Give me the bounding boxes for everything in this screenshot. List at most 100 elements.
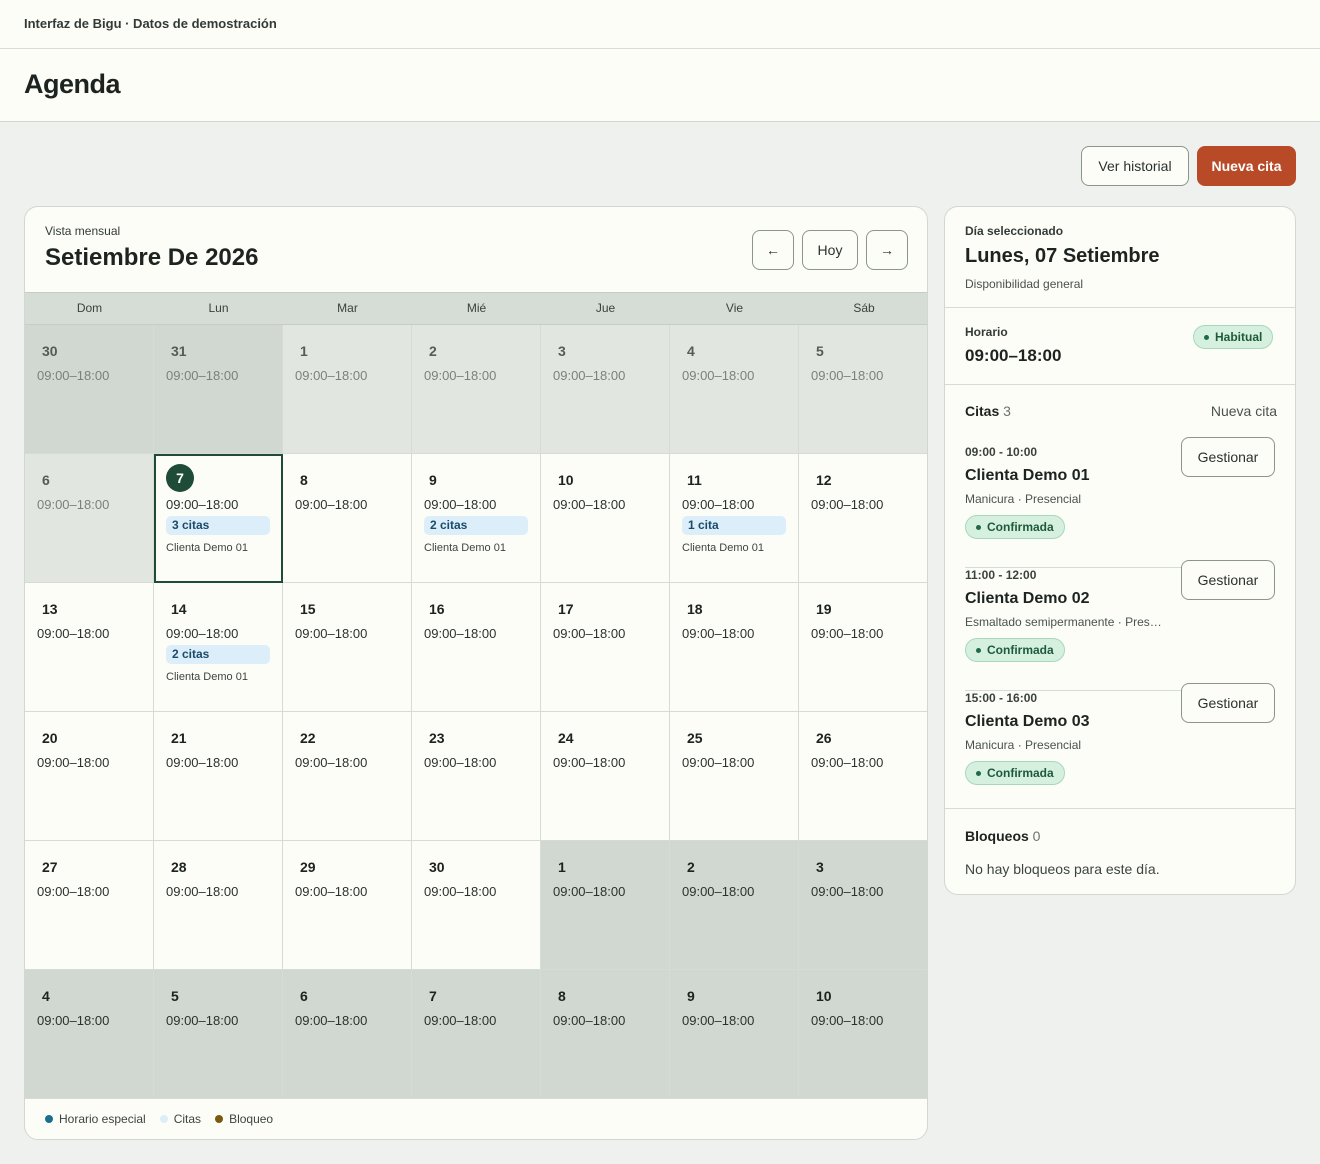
calendar-day-cell[interactable]: 7 09:00–18:00 3 citas Clienta Demo 01 [154, 454, 283, 583]
calendar-day-cell[interactable]: 26 09:00–18:00 [799, 712, 927, 841]
calendar-day-cell[interactable]: 30 09:00–18:00 [412, 841, 541, 970]
calendar-day-cell[interactable]: 25 09:00–18:00 [670, 712, 799, 841]
weekday: Dom [76, 301, 103, 315]
calendar-day-cell[interactable]: 22 09:00–18:00 [283, 712, 412, 841]
calendar-day-cell[interactable]: 9 09:00–18:00 2 citas Clienta Demo 01 [412, 454, 541, 583]
calendar-day-cell[interactable]: 17 09:00–18:00 [541, 583, 670, 712]
day-hours: 09:00–18:00 [37, 368, 110, 383]
legend-dot-icon [159, 1115, 168, 1123]
calendar-day-cell[interactable]: 24 09:00–18:00 [541, 712, 670, 841]
calendar-day-cell[interactable]: 6 09:00–18:00 [25, 454, 154, 583]
calendar-day-cell[interactable]: 12 09:00–18:00 [799, 454, 927, 583]
status-dot-icon [976, 647, 981, 653]
day-hours: 09:00–18:00 [424, 755, 497, 770]
calendar-day-cell[interactable]: 11 09:00–18:00 1 cita Clienta Demo 01 [670, 454, 799, 583]
calendar-day-cell[interactable]: 16 09:00–18:00 [412, 583, 541, 712]
side-new-appointment-link[interactable]: Nueva cita [1211, 403, 1277, 419]
calendar-day-cell[interactable]: 7 09:00–18:00 [412, 970, 541, 1099]
calendar-day-cell[interactable]: 5 09:00–18:00 [154, 970, 283, 1099]
selected-day-label: Día seleccionado [965, 224, 1064, 238]
weekday: Mié [466, 301, 487, 315]
appointments-count: 3 [1003, 403, 1011, 419]
calendar-day-cell[interactable]: 2 09:00–18:00 [670, 841, 799, 970]
day-hours: 09:00–18:00 [811, 1013, 884, 1028]
calendar-day-cell[interactable]: 19 09:00–18:00 [799, 583, 927, 712]
appointments-label: Citas [965, 403, 1000, 419]
calendar-day-cell[interactable]: 20 09:00–18:00 [25, 712, 154, 841]
calendar-day-cell[interactable]: 23 09:00–18:00 [412, 712, 541, 841]
appointments-section: Citas 3 Nueva cita 09:00 - 10:00 Clienta … [945, 385, 1295, 809]
day-number: 3 [816, 859, 824, 875]
manage-appointment-button[interactable]: Gestionar [1181, 437, 1275, 477]
calendar-day-cell[interactable]: 6 09:00–18:00 [283, 970, 412, 1099]
day-hours: 09:00–18:00 [682, 755, 755, 770]
calendar-day-cell[interactable]: 1 09:00–18:00 [541, 841, 670, 970]
day-hours: 09:00–18:00 [166, 1013, 239, 1028]
calendar-day-cell[interactable]: 28 09:00–18:00 [154, 841, 283, 970]
day-number: 17 [558, 601, 574, 617]
calendar-day-cell[interactable]: 8 09:00–18:00 [283, 454, 412, 583]
calendar-day-cell[interactable]: 10 09:00–18:00 [799, 970, 927, 1099]
today-button[interactable]: Hoy [802, 230, 858, 270]
day-number: 16 [429, 601, 445, 617]
calendar-day-cell[interactable]: 4 09:00–18:00 [25, 970, 154, 1099]
calendar-day-cell[interactable]: 1 09:00–18:00 [283, 325, 412, 454]
manage-appointment-button[interactable]: Gestionar [1181, 683, 1275, 723]
calendar-day-cell[interactable]: 2 09:00–18:00 [412, 325, 541, 454]
day-number: 31 [171, 343, 187, 359]
day-hours: 09:00–18:00 [166, 626, 239, 641]
blocks-heading: Bloqueos 0 [965, 828, 1040, 844]
history-button[interactable]: Ver historial [1081, 146, 1189, 186]
calendar-day-cell[interactable]: 21 09:00–18:00 [154, 712, 283, 841]
calendar-day-cell[interactable]: 3 09:00–18:00 [541, 325, 670, 454]
day-hours: 09:00–18:00 [553, 368, 626, 383]
calendar-day-cell[interactable]: 31 09:00–18:00 [154, 325, 283, 454]
calendar-day-cell[interactable]: 30 09:00–18:00 [25, 325, 154, 454]
appointment-time: 11:00 - 12:00 [965, 568, 1037, 582]
day-client-name: Clienta Demo 01 [166, 671, 248, 683]
calendar-day-cell[interactable]: 15 09:00–18:00 [283, 583, 412, 712]
day-hours: 09:00–18:00 [811, 368, 884, 383]
appointment-status-text: Confirmada [987, 520, 1054, 534]
new-appointment-button[interactable]: Nueva cita [1197, 146, 1296, 186]
legend-label: Bloqueo [229, 1112, 274, 1126]
schedule-hours: 09:00–18:00 [965, 346, 1062, 365]
next-month-button[interactable]: → [866, 230, 908, 270]
day-number: 21 [171, 730, 187, 746]
manage-appointment-button[interactable]: Gestionar [1181, 560, 1275, 600]
day-number: 5 [171, 988, 179, 1004]
appointment-client: Clienta Demo 02 [965, 590, 1090, 607]
calendar-day-cell[interactable]: 4 09:00–18:00 [670, 325, 799, 454]
legend-dot-icon [215, 1115, 224, 1123]
calendar-day-cell[interactable]: 10 09:00–18:00 [541, 454, 670, 583]
day-hours: 09:00–18:00 [295, 755, 368, 770]
prev-month-button[interactable]: ← [752, 230, 794, 270]
calendar-day-cell[interactable]: 5 09:00–18:00 [799, 325, 927, 454]
appointment-time: 09:00 - 10:00 [965, 445, 1038, 459]
day-hours: 09:00–18:00 [166, 368, 239, 383]
appointments-heading: Citas 3 [965, 403, 1011, 419]
day-number: 27 [42, 859, 58, 875]
day-hours: 09:00–18:00 [424, 497, 497, 512]
calendar-day-cell[interactable]: 13 09:00–18:00 [25, 583, 154, 712]
calendar-day-cell[interactable]: 3 09:00–18:00 [799, 841, 927, 970]
day-number: 29 [300, 859, 316, 875]
calendar-day-cell[interactable]: 9 09:00–18:00 [670, 970, 799, 1099]
day-detail-panel: Día seleccionado Lunes, 07 Setiembre Dis… [944, 206, 1296, 895]
day-hours: 09:00–18:00 [553, 884, 626, 899]
calendar-day-cell[interactable]: 29 09:00–18:00 [283, 841, 412, 970]
blocks-count: 0 [1032, 828, 1041, 844]
weekday: Jue [595, 301, 616, 315]
calendar-day-cell[interactable]: 8 09:00–18:00 [541, 970, 670, 1099]
selected-day-section: Día seleccionado Lunes, 07 Setiembre Dis… [945, 207, 1295, 308]
appointment-status-text: Confirmada [987, 643, 1054, 657]
blocks-label: Bloqueos [965, 828, 1029, 844]
calendar-day-cell[interactable]: 14 09:00–18:00 2 citas Clienta Demo 01 [154, 583, 283, 712]
page-title: Agenda [24, 69, 121, 99]
day-hours: 09:00–18:00 [811, 497, 884, 512]
legend-dot-icon [45, 1115, 53, 1123]
calendar-day-cell[interactable]: 18 09:00–18:00 [670, 583, 799, 712]
day-number: 14 [171, 601, 187, 617]
calendar-day-cell[interactable]: 27 09:00–18:00 [25, 841, 154, 970]
day-hours: 09:00–18:00 [682, 497, 755, 512]
